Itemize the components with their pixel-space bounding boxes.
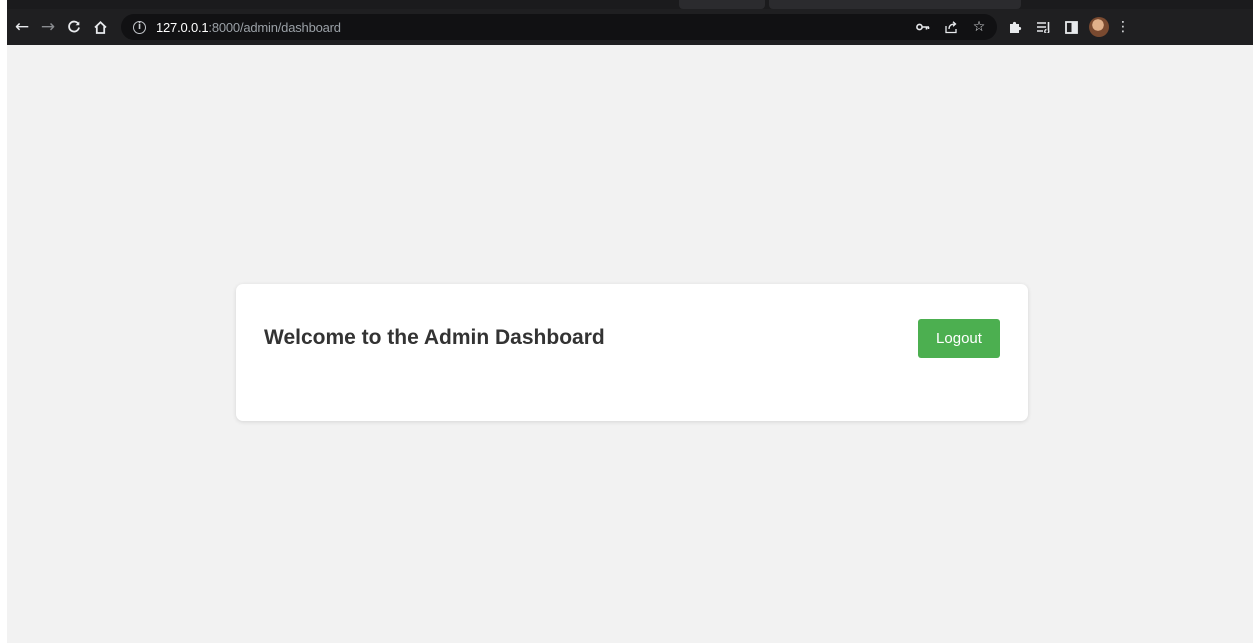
reading-list-icon[interactable] (1029, 14, 1057, 40)
home-icon[interactable] (87, 14, 113, 40)
dashboard-card: Welcome to the Admin Dashboard Logout (236, 284, 1028, 421)
url-text: 127.0.0.1:8000/admin/dashboard (156, 20, 341, 35)
url-host: 127.0.0.1 (156, 19, 209, 35)
reload-icon[interactable] (61, 14, 87, 40)
address-bar[interactable]: i 127.0.0.1:8000/admin/dashboard ☆ (121, 14, 997, 40)
site-info-icon[interactable]: i (133, 20, 146, 34)
key-icon[interactable] (909, 14, 937, 40)
forward-arrow-icon[interactable]: → (35, 14, 61, 40)
logout-button[interactable]: Logout (918, 319, 1000, 358)
omnibox-actions: ☆ (909, 14, 997, 40)
url-path: :8000/admin/dashboard (208, 19, 341, 35)
page-title: Welcome to the Admin Dashboard (264, 326, 605, 349)
kebab-menu-icon[interactable]: ⋮ (1113, 14, 1133, 40)
avatar[interactable] (1089, 17, 1109, 37)
bookmark-star-icon[interactable]: ☆ (965, 14, 993, 40)
tab-strip (7, 0, 1253, 9)
share-icon[interactable] (937, 14, 965, 40)
puzzle-icon[interactable] (1001, 14, 1029, 40)
page-content: Welcome to the Admin Dashboard Logout (7, 45, 1253, 643)
tab[interactable] (769, 0, 1021, 9)
back-arrow-icon[interactable]: ← (9, 14, 35, 40)
browser-toolbar: ← → i 127.0.0.1:8000/admin/dashboard ☆ ⋮ (7, 9, 1253, 45)
extensions-area: ⋮ (1001, 14, 1133, 40)
side-panel-icon[interactable] (1057, 14, 1085, 40)
window-edge (0, 0, 7, 643)
tab[interactable] (679, 0, 765, 9)
